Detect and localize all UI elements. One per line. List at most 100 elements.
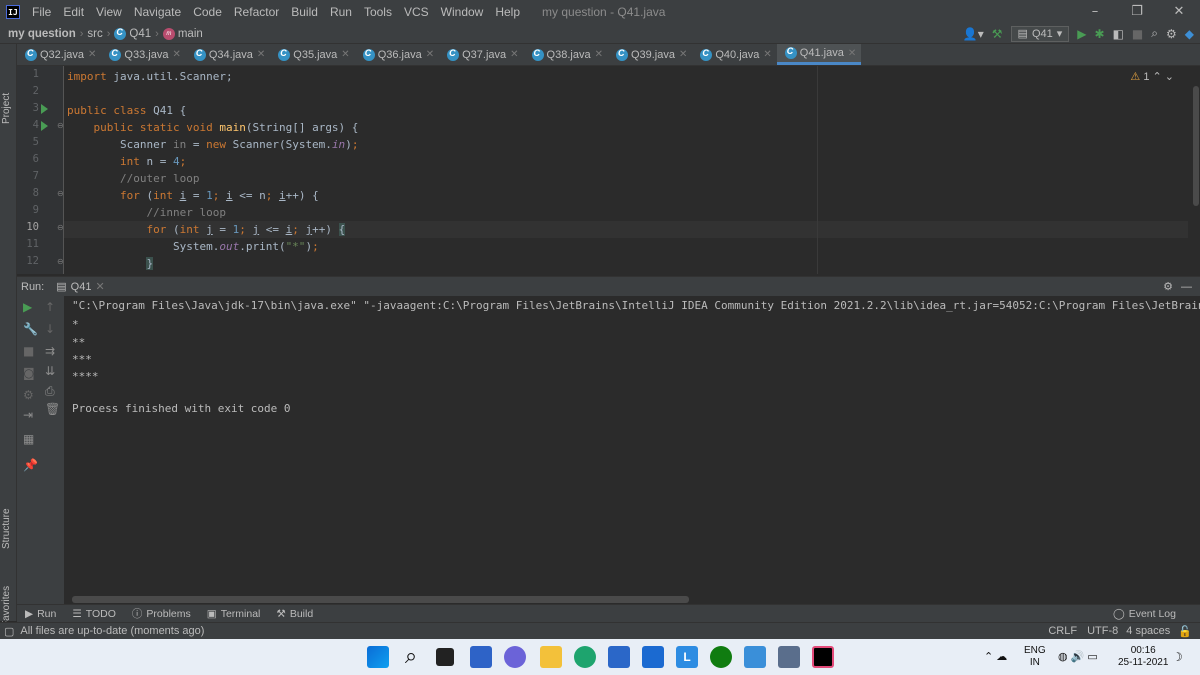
close-tab-icon[interactable]: ✕ — [763, 49, 771, 60]
close-icon[interactable]: ✕ — [1158, 0, 1200, 24]
close-tab-icon[interactable]: ✕ — [95, 280, 104, 293]
status-message[interactable]: All files are up-to-date (moments ago) — [20, 625, 204, 637]
console-horizontal-scrollbar[interactable] — [72, 596, 689, 603]
close-tab-icon[interactable]: ✕ — [510, 49, 518, 60]
menu-code[interactable]: Code — [187, 5, 228, 19]
chevron-down-icon[interactable]: ⌄ — [1165, 71, 1174, 83]
tab-q40[interactable]: Q40.java✕ — [692, 44, 776, 65]
store-icon[interactable] — [608, 646, 630, 668]
run-tab-q41[interactable]: ▤ Q41 ✕ — [56, 280, 104, 294]
search-icon[interactable]: ⌕ — [1151, 26, 1158, 41]
fold-icon[interactable]: ⊖ — [57, 189, 64, 198]
tool-tab-problems[interactable]: ⓘ Problems — [132, 606, 191, 621]
indent-setting[interactable]: 4 spaces — [1126, 625, 1170, 637]
close-tab-icon[interactable]: ✕ — [341, 49, 349, 60]
fold-icon[interactable]: ⊖ — [57, 223, 64, 232]
clock[interactable]: 00:16 25-11-2021 — [1118, 645, 1168, 669]
rerun-icon[interactable]: ▶ — [23, 300, 32, 314]
user-icon[interactable]: 👤▾ — [963, 27, 984, 41]
menu-navigate[interactable]: Navigate — [128, 5, 187, 19]
menu-file[interactable]: File — [26, 5, 57, 19]
run-main-icon[interactable] — [41, 121, 48, 131]
restore-layout-icon[interactable]: ⚙ — [23, 388, 34, 402]
intellij-taskbar-icon[interactable] — [812, 646, 834, 668]
fold-icon[interactable]: ⊖ — [57, 121, 64, 130]
language-indicator[interactable]: ENG IN — [1024, 645, 1046, 669]
wrench-icon[interactable]: 🔧 — [23, 322, 38, 336]
favorites-tool-button[interactable]: Favorites — [1, 586, 12, 627]
edge-browser-icon[interactable] — [574, 646, 596, 668]
breadcrumb-class[interactable]: Q41 — [114, 27, 151, 40]
project-tool-button[interactable]: Project — [1, 93, 12, 124]
task-view-icon[interactable] — [436, 648, 454, 666]
tab-q35[interactable]: Q35.java✕ — [270, 44, 354, 65]
file-encoding[interactable]: UTF-8 — [1087, 625, 1118, 637]
tab-q38[interactable]: Q38.java ✕ — [524, 44, 608, 65]
lock-icon[interactable]: 🔓 — [1178, 625, 1192, 638]
tool-tab-build[interactable]: ⚒ Build — [276, 608, 313, 620]
editor-scrollbar[interactable] — [1190, 66, 1200, 274]
arrow-up-icon[interactable]: ↑ — [45, 300, 55, 314]
close-tab-icon[interactable]: ✕ — [595, 49, 603, 60]
stop-icon[interactable]: ■ — [1132, 27, 1143, 41]
code-editor[interactable]: import java.util.Scanner; public class Q… — [64, 66, 1188, 274]
app-l-icon[interactable]: L — [676, 646, 698, 668]
search-icon[interactable]: ⌕ — [400, 646, 422, 668]
restore-icon[interactable]: ❐ — [1116, 0, 1158, 24]
print-icon[interactable]: ⎙ — [45, 384, 55, 399]
close-tab-icon[interactable]: ✕ — [426, 49, 434, 60]
notification-icon[interactable]: ☽ — [1172, 651, 1183, 663]
close-tab-icon[interactable]: ✕ — [679, 49, 687, 60]
windows-start-icon[interactable] — [367, 646, 389, 668]
debug-icon[interactable]: ✱ — [1095, 27, 1105, 41]
run-config-select[interactable]: ▤ Q41 ▾ — [1010, 25, 1070, 42]
run-icon[interactable]: ▶ — [1077, 27, 1086, 41]
menu-refactor[interactable]: Refactor — [228, 5, 285, 19]
structure-tool-button[interactable]: Structure — [1, 508, 12, 549]
close-tab-icon[interactable]: ✕ — [88, 49, 96, 60]
menu-edit[interactable]: Edit — [57, 5, 90, 19]
tool-tab-terminal[interactable]: ▣ Terminal — [207, 608, 261, 620]
stop-icon[interactable]: ■ — [23, 344, 34, 358]
pin-icon[interactable]: 📌 — [23, 458, 38, 472]
menu-help[interactable]: Help — [489, 5, 526, 19]
xbox-icon[interactable] — [710, 646, 732, 668]
image-viewer-icon[interactable] — [778, 646, 800, 668]
build-hammer-icon[interactable]: ⚒ — [992, 27, 1003, 41]
tool-tab-todo[interactable]: ☰ TODO — [72, 608, 116, 620]
menu-build[interactable]: Build — [285, 5, 324, 19]
chat-icon[interactable] — [504, 646, 526, 668]
tab-q41[interactable]: Q41.java ✕ — [776, 44, 862, 65]
tab-q36[interactable]: Q36.java ✕ — [355, 44, 439, 65]
tool-tab-run[interactable]: ▶ Run — [25, 608, 56, 620]
layout-toggle-icon[interactable]: ▢ — [4, 625, 14, 638]
minimize-icon[interactable]: – — [1074, 0, 1116, 24]
tab-q39[interactable]: Q39.java ✕ — [608, 44, 692, 65]
menu-vcs[interactable]: VCS — [398, 5, 435, 19]
run-class-icon[interactable] — [41, 104, 48, 114]
soft-wrap-icon[interactable]: ⇉ — [45, 344, 55, 358]
coverage-icon[interactable]: ◧ — [1113, 27, 1124, 41]
breadcrumb-src[interactable]: src — [87, 28, 102, 40]
camera-icon[interactable]: ◙ — [23, 366, 35, 380]
tab-q37[interactable]: Q37.java✕ — [439, 44, 523, 65]
chevron-up-icon[interactable]: ⌃ — [1153, 71, 1162, 83]
exit-icon[interactable]: ⇥ — [23, 408, 33, 422]
menu-tools[interactable]: Tools — [358, 5, 398, 19]
network-volume-battery-icon[interactable]: ◍ 🔊 ▭ — [1058, 651, 1098, 663]
line-separator[interactable]: CRLF — [1048, 625, 1077, 637]
hide-panel-icon[interactable]: — — [1181, 281, 1192, 293]
breadcrumb-method[interactable]: m main — [162, 27, 203, 40]
close-tab-icon[interactable]: ✕ — [257, 49, 265, 60]
tab-q33[interactable]: Q33.java✕ — [101, 44, 185, 65]
photos-icon[interactable] — [744, 646, 766, 668]
tab-q32[interactable]: Q32.java✕ — [17, 44, 101, 65]
run-console[interactable]: "C:\Program Files\Java\jdk-17\bin\java.e… — [64, 296, 1200, 604]
jetbrains-toolbox-icon[interactable]: ◆ — [1185, 27, 1194, 41]
close-tab-icon[interactable]: ✕ — [172, 49, 180, 60]
close-tab-icon[interactable]: ✕ — [848, 48, 856, 59]
fold-icon[interactable]: ⊖ — [57, 257, 64, 266]
settings-gear-icon[interactable]: ⚙ — [1163, 280, 1173, 293]
scroll-to-end-icon[interactable]: ⇊ — [45, 364, 55, 378]
event-log-button[interactable]: ◯ Event Log — [1113, 608, 1176, 620]
